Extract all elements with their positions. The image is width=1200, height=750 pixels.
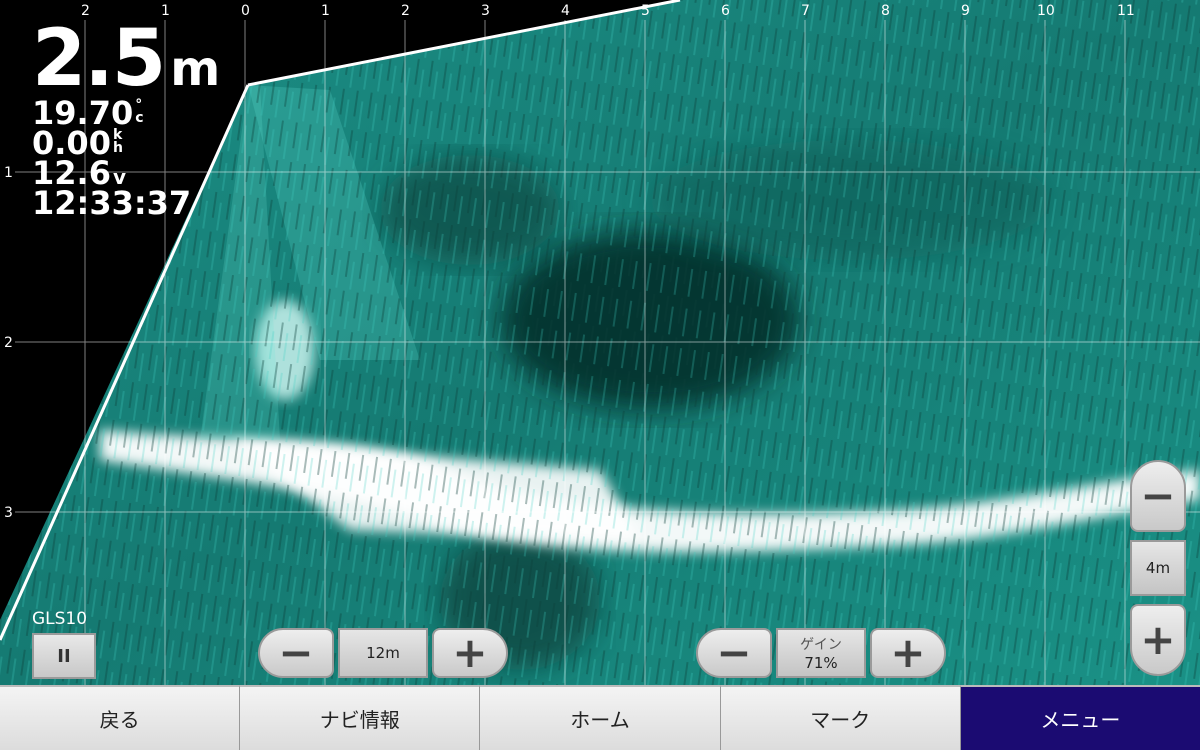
top-scale-label: 0 xyxy=(241,3,250,19)
depth-scale-label: 3 xyxy=(4,505,13,521)
top-scale-label: 3 xyxy=(481,3,490,19)
minus-icon: − xyxy=(716,628,752,677)
back-button[interactable]: 戻る xyxy=(0,685,241,750)
top-scale-label: 7 xyxy=(801,3,810,19)
sonar-view[interactable]: 2 1 0 1 2 3 4 5 6 7 8 9 10 11 1 2 3 2.5 m… xyxy=(0,0,1200,685)
top-scale-label: 2 xyxy=(401,3,410,19)
temp-unit: ° c xyxy=(135,98,144,126)
range-value-text: 12m xyxy=(366,644,400,662)
pause-icon: II xyxy=(57,645,71,667)
plus-icon: + xyxy=(1140,615,1176,664)
zoom-value-text: 4m xyxy=(1145,559,1171,577)
transducer-label: GLS10 xyxy=(32,609,88,629)
zoom-in-button[interactable]: + xyxy=(1130,604,1186,676)
depth-value: 2.5 xyxy=(32,14,166,104)
bottom-nav: 戻る ナビ情報 ホーム マーク メニュー xyxy=(0,685,1200,750)
nav-info-button[interactable]: ナビ情報 xyxy=(240,685,481,750)
gain-decrease-button[interactable]: − xyxy=(696,628,772,678)
depth-unit: m xyxy=(170,41,220,97)
range-increase-button[interactable]: + xyxy=(432,628,508,678)
speed-unit: kh xyxy=(112,128,123,156)
minus-icon: − xyxy=(278,628,314,677)
mark-button[interactable]: マーク xyxy=(720,685,961,750)
top-scale-label: 9 xyxy=(961,3,970,19)
top-scale-label: 6 xyxy=(721,3,730,19)
plus-icon: + xyxy=(890,628,926,677)
top-scale-label: 5 xyxy=(641,3,650,19)
top-scale-label: 11 xyxy=(1117,3,1135,19)
time-readout: 12:33:37 xyxy=(32,184,192,222)
gain-value: ゲイン 71% xyxy=(776,628,866,678)
range-value: 12m xyxy=(338,628,428,678)
pause-button[interactable]: II xyxy=(32,633,96,679)
minus-icon: − xyxy=(1140,471,1176,520)
gain-label: ゲイン xyxy=(800,637,842,653)
depth-scale-label: 2 xyxy=(4,335,13,351)
zoom-value: 4m xyxy=(1130,540,1186,596)
range-decrease-button[interactable]: − xyxy=(258,628,334,678)
menu-button[interactable]: メニュー xyxy=(960,685,1200,750)
zoom-out-button[interactable]: − xyxy=(1130,460,1186,532)
top-scale-label: 10 xyxy=(1037,3,1055,19)
gain-increase-button[interactable]: + xyxy=(870,628,946,678)
speed-unit-h: h xyxy=(112,140,123,156)
plus-icon: + xyxy=(452,628,488,677)
gain-value-text: 71% xyxy=(804,654,838,672)
depth-scale-label: 1 xyxy=(4,165,13,181)
top-scale-label: 8 xyxy=(881,3,890,19)
temp-unit-c: c xyxy=(135,110,144,126)
top-scale-label: 1 xyxy=(321,3,330,19)
home-button[interactable]: ホーム xyxy=(480,685,721,750)
top-scale-label: 4 xyxy=(561,3,570,19)
